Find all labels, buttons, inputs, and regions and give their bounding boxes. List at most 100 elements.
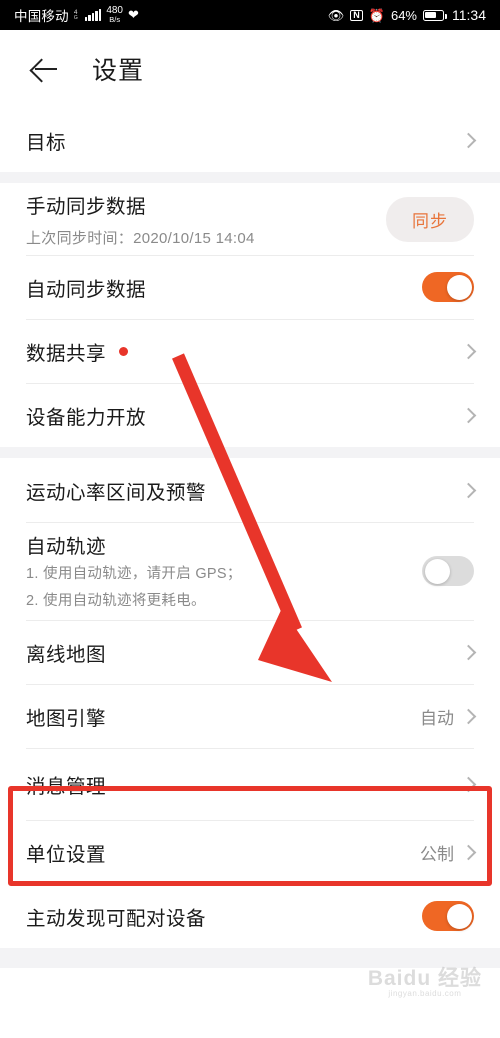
back-arrow-icon[interactable] <box>26 52 60 86</box>
alarm-clock-icon: ⏰ <box>368 7 385 23</box>
bottom-spacer <box>0 948 500 968</box>
carrier-label: 中国移动 <box>14 9 69 24</box>
row-left: 目标 <box>26 126 66 155</box>
signal-strength-icon: 4G <box>74 9 102 21</box>
settings-row-heart-rate-zones[interactable]: 运动心率区间及预警 <box>0 458 500 522</box>
settings-row-offline-map[interactable]: 离线地图 <box>0 620 500 684</box>
row-left: 设备能力开放 <box>26 401 146 430</box>
row-left: 离线地图 <box>26 638 106 667</box>
row-title: 手动同步数据 <box>26 196 147 218</box>
chevron-right-icon <box>460 407 477 423</box>
settings-row-device-capability[interactable]: 设备能力开放 <box>0 383 500 447</box>
row-title: 自动同步数据 <box>26 278 147 301</box>
row-left: 手动同步数据 上次同步时间：2020/10/15 14:04 <box>26 190 255 248</box>
status-bar: 中国移动 4G 480 B/s ❤ 👁 N ⏰ 64% 11:34 <box>0 0 500 30</box>
settings-row-unit-settings[interactable]: 单位设置 公制 <box>0 820 500 884</box>
row-left: 地图引擎 <box>26 702 106 731</box>
chevron-right-icon <box>460 776 477 792</box>
auto-sync-toggle[interactable] <box>422 272 474 302</box>
row-title-line: 自动同步数据 <box>26 273 146 302</box>
nfc-icon: N <box>350 9 363 21</box>
row-left: 单位设置 <box>26 838 106 867</box>
row-left: 自动轨迹 1. 使用自动轨迹，请开启 GPS； 2. 使用自动轨迹将更耗电。 <box>26 530 242 613</box>
row-left: 运动心率区间及预警 <box>26 476 206 505</box>
settings-row-map-engine[interactable]: 地图引擎 自动 <box>0 684 500 748</box>
row-right <box>460 343 477 359</box>
row-title: 数据共享 <box>26 342 107 365</box>
page-title: 设置 <box>92 57 145 85</box>
row-right <box>460 407 477 423</box>
row-left: 数据共享 <box>26 337 129 366</box>
chevron-right-icon <box>460 708 477 724</box>
section-divider <box>0 447 500 458</box>
watermark-subtext: jingyan.baidu.com <box>388 988 462 998</box>
chevron-right-icon <box>460 482 477 498</box>
row-title-line: 离线地图 <box>26 638 106 667</box>
row-right <box>460 776 477 792</box>
settings-row-data-sharing[interactable]: 数据共享 <box>0 319 500 383</box>
network-type-label: 4G <box>73 9 78 21</box>
row-right <box>460 132 477 148</box>
settings-row-goal[interactable]: 目标 <box>0 108 500 172</box>
new-badge-dot <box>119 346 129 356</box>
row-value: 自动 <box>420 708 454 728</box>
row-value: 公制 <box>420 844 454 864</box>
settings-group-sync: 手动同步数据 上次同步时间：2020/10/15 14:04 同步 自动同步数据… <box>0 183 500 447</box>
row-right <box>422 901 474 931</box>
row-title: 地图引擎 <box>26 707 107 730</box>
chevron-right-icon <box>460 844 477 860</box>
row-title: 自动轨迹 <box>26 535 107 558</box>
row-title-line: 自动轨迹 <box>26 530 242 559</box>
row-title: 运动心率区间及预警 <box>26 481 207 504</box>
row-title-line: 地图引擎 <box>26 702 106 731</box>
battery-icon <box>423 9 447 21</box>
row-right: 公制 <box>420 840 477 865</box>
row-title: 设备能力开放 <box>26 406 147 429</box>
row-title: 离线地图 <box>26 643 107 666</box>
status-bar-left: 中国移动 4G 480 B/s ❤ <box>14 5 139 25</box>
row-right <box>422 556 474 586</box>
heart-rate-icon: ❤ <box>128 7 139 22</box>
row-title-line: 单位设置 <box>26 838 106 867</box>
row-left: 主动发现可配对设备 <box>26 902 206 931</box>
row-title-line: 运动心率区间及预警 <box>26 476 206 505</box>
row-title: 单位设置 <box>26 843 107 866</box>
chevron-right-icon <box>460 644 477 660</box>
sync-button[interactable]: 同步 <box>386 196 474 242</box>
row-title-line: 设备能力开放 <box>26 401 146 430</box>
data-rate-indicator: 480 B/s <box>106 6 123 24</box>
battery-percent-label: 64% <box>390 7 417 23</box>
settings-row-auto-track[interactable]: 自动轨迹 1. 使用自动轨迹，请开启 GPS； 2. 使用自动轨迹将更耗电。 <box>0 522 500 620</box>
row-right <box>422 272 474 302</box>
row-left: 消息管理 <box>26 770 106 799</box>
row-left: 自动同步数据 <box>26 273 146 302</box>
chevron-right-icon <box>460 132 477 148</box>
row-title: 目标 <box>26 131 67 154</box>
settings-row-manual-sync[interactable]: 手动同步数据 上次同步时间：2020/10/15 14:04 同步 <box>0 183 500 255</box>
settings-group-goals: 目标 <box>0 108 500 172</box>
title-bar: 设置 <box>0 30 500 108</box>
row-subtitle-line-1: 1. 使用自动轨迹，请开启 GPS； <box>26 565 242 582</box>
settings-row-auto-sync[interactable]: 自动同步数据 <box>0 255 500 319</box>
row-right <box>460 644 477 660</box>
row-right: 同步 <box>386 196 474 242</box>
row-title-line: 消息管理 <box>26 770 106 799</box>
settings-row-discover-devices[interactable]: 主动发现可配对设备 <box>0 884 500 948</box>
data-rate-unit: B/s <box>109 15 121 25</box>
settings-group-sport: 运动心率区间及预警 自动轨迹 1. 使用自动轨迹，请开启 GPS； 2. 使用自… <box>0 458 500 948</box>
auto-track-toggle[interactable] <box>422 556 474 586</box>
row-right <box>460 482 477 498</box>
row-subtitle-line-2: 2. 使用自动轨迹将更耗电。 <box>26 592 206 609</box>
row-title-line: 数据共享 <box>26 337 129 366</box>
discover-devices-toggle[interactable] <box>422 901 474 931</box>
watermark-text: Baidu 经验 <box>367 966 482 990</box>
chevron-right-icon <box>460 343 477 359</box>
status-bar-right: 👁 N ⏰ 64% 11:34 <box>328 7 486 23</box>
watermark: Baidu 经验 jingyan.baidu.com <box>367 966 482 998</box>
eye-comfort-icon: 👁 <box>327 7 345 23</box>
section-divider <box>0 172 500 183</box>
row-subtitle: 上次同步时间：2020/10/15 14:04 <box>26 230 255 247</box>
row-title-line: 主动发现可配对设备 <box>26 902 206 931</box>
row-title-line: 手动同步数据 <box>26 190 255 219</box>
settings-row-message-management[interactable]: 消息管理 <box>0 748 500 820</box>
